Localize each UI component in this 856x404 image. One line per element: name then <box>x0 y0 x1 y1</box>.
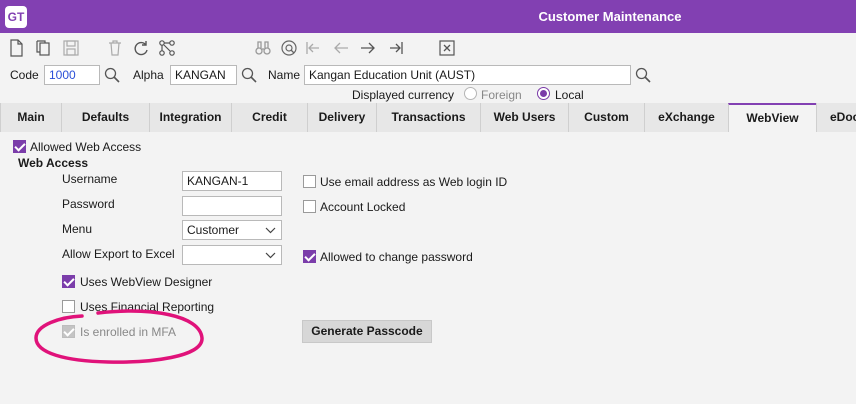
username-input[interactable]: KANGAN-1 <box>182 171 282 191</box>
annotation-circle <box>34 309 204 364</box>
delete-icon[interactable] <box>105 38 125 58</box>
use-email-label: Use email address as Web login ID <box>320 175 508 189</box>
app-logo: GT <box>5 6 27 28</box>
allowed-web-access-checkbox[interactable] <box>13 140 26 153</box>
webview-designer-checkbox[interactable] <box>62 275 75 288</box>
code-input[interactable]: 1000 <box>44 65 100 85</box>
search-icon[interactable] <box>103 66 121 84</box>
name-input[interactable]: Kangan Education Unit (AUST) <box>304 65 631 85</box>
code-label: Code <box>10 68 39 82</box>
export-label: Allow Export to Excel <box>62 247 175 261</box>
webview-designer-label: Uses WebView Designer <box>80 275 213 289</box>
new-document-icon[interactable] <box>6 38 26 58</box>
currency-local-label: Local <box>555 88 584 102</box>
name-label: Name <box>268 68 301 82</box>
copy-icon[interactable] <box>33 38 53 58</box>
tab-web-users[interactable]: Web Users <box>480 103 568 132</box>
chevron-down-icon <box>265 223 276 237</box>
menu-select[interactable]: Customer <box>182 220 282 240</box>
generate-passcode-button[interactable]: Generate Passcode <box>302 320 432 343</box>
binoculars-icon[interactable] <box>253 38 273 58</box>
tab-edoc[interactable]: eDoc <box>816 103 856 132</box>
password-label: Password <box>62 197 115 211</box>
first-icon[interactable] <box>303 38 323 58</box>
export-select[interactable] <box>182 245 282 265</box>
currency-local-radio[interactable] <box>537 87 550 100</box>
currency-foreign-label: Foreign <box>481 88 522 102</box>
menu-label: Menu <box>62 222 93 236</box>
next-icon[interactable] <box>358 38 378 58</box>
currency-label: Displayed currency <box>352 88 455 102</box>
menu-select-value: Customer <box>187 223 240 237</box>
window-title: Customer Maintenance <box>538 9 682 24</box>
tab-webview[interactable]: WebView <box>728 103 816 132</box>
change-password-checkbox[interactable] <box>303 250 316 263</box>
tab-defaults[interactable]: Defaults <box>61 103 149 132</box>
use-email-checkbox[interactable] <box>303 175 316 188</box>
refresh-icon[interactable] <box>131 38 151 58</box>
alpha-label: Alpha <box>133 68 164 82</box>
web-access-section-title: Web Access <box>18 156 89 170</box>
previous-icon[interactable] <box>331 38 351 58</box>
status-strip <box>0 395 856 404</box>
last-icon[interactable] <box>386 38 406 58</box>
hierarchy-icon[interactable] <box>157 38 177 58</box>
change-password-label: Allowed to change password <box>320 250 473 264</box>
tab-custom[interactable]: Custom <box>568 103 644 132</box>
tab-integration[interactable]: Integration <box>149 103 231 132</box>
currency-foreign-radio[interactable] <box>464 87 477 100</box>
account-locked-label: Account Locked <box>320 200 406 214</box>
username-label: Username <box>62 172 118 186</box>
close-window-icon[interactable] <box>437 38 457 58</box>
tab-exchange[interactable]: eXchange <box>644 103 728 132</box>
title-bar: GT Customer Maintenance <box>0 0 856 33</box>
find-icon[interactable] <box>279 38 299 58</box>
password-input[interactable] <box>182 196 282 216</box>
account-locked-checkbox[interactable] <box>303 200 316 213</box>
toolbar <box>0 33 856 63</box>
tab-credit[interactable]: Credit <box>231 103 307 132</box>
tab-delivery[interactable]: Delivery <box>307 103 376 132</box>
allowed-web-access-label: Allowed Web Access <box>30 140 142 154</box>
search-icon[interactable] <box>634 66 652 84</box>
alpha-input[interactable]: KANGAN <box>170 65 237 85</box>
tab-transactions[interactable]: Transactions <box>376 103 480 132</box>
save-icon[interactable] <box>61 38 81 58</box>
tab-main[interactable]: Main <box>0 103 61 132</box>
chevron-down-icon <box>265 248 276 262</box>
search-icon[interactable] <box>240 66 258 84</box>
